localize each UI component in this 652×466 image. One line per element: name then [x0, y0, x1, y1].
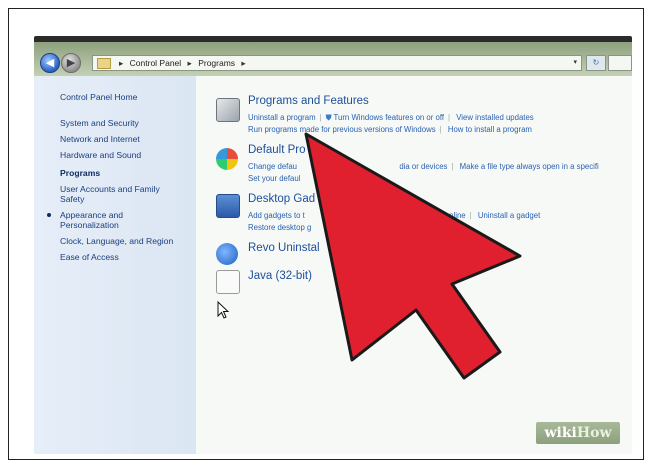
how-to-install-link[interactable]: How to install a program: [448, 125, 532, 134]
restore-gadgets-link[interactable]: Restore desktop g: [248, 223, 311, 232]
programs-features-icon: [216, 98, 240, 122]
programs-content: Programs and Features Uninstall a progra…: [196, 76, 632, 454]
sidebar-item-user-accounts[interactable]: User Accounts and Family: [60, 184, 160, 194]
back-button[interactable]: ◀: [40, 53, 60, 73]
java-title[interactable]: Java (32-bit): [248, 270, 312, 282]
java-icon: [216, 270, 240, 294]
default-programs-title[interactable]: Default Pro: [248, 144, 306, 156]
shield-icon: ⛊: [325, 113, 332, 122]
forward-button[interactable]: ▶: [61, 53, 81, 73]
uninstall-program-link[interactable]: Uninstall a program: [248, 113, 316, 122]
breadcrumb-programs[interactable]: Programs: [198, 58, 235, 68]
sidebar-item-user-accounts-line2[interactable]: Safety: [60, 194, 84, 204]
sidebar-item-appearance-line2[interactable]: Personalization: [60, 220, 119, 230]
chevron-right-icon: ▸: [119, 58, 124, 68]
autoplay-link[interactable]: dia or devices: [399, 162, 447, 171]
desktop-gadgets-title[interactable]: Desktop Gad: [248, 193, 315, 205]
revo-uninstaller-title[interactable]: Revo Uninstal: [248, 242, 320, 254]
uninstall-gadget-link[interactable]: Uninstall a gadget: [478, 211, 540, 220]
sidebar: Control Panel Home System and Security N…: [34, 76, 196, 454]
programs-features-links-row1: Uninstall a program | ⛊ Turn Windows featu…: [248, 113, 534, 122]
chevron-down-icon[interactable]: ▾: [573, 56, 577, 70]
desktop-gadgets-icon: [216, 194, 240, 218]
online-gadgets-link[interactable]: nline: [449, 211, 465, 220]
sidebar-item-programs[interactable]: Programs: [60, 168, 100, 178]
desktop-gadgets-links-row1: Add gadgets to t nline | Uninstall a gadg…: [248, 211, 541, 220]
sidebar-item-network[interactable]: Network and Internet: [60, 134, 140, 144]
wikihow-watermark: wikiHow: [536, 422, 620, 444]
active-bullet-icon: [47, 213, 51, 217]
sidebar-item-hardware[interactable]: Hardware and Sound: [60, 150, 141, 160]
revo-uninstaller-icon: [216, 243, 238, 265]
file-type-link[interactable]: Make a file type always open in a specif…: [460, 162, 599, 171]
search-input[interactable]: [608, 55, 632, 71]
default-programs-icon: [216, 148, 238, 170]
sidebar-item-control-panel-home[interactable]: Control Panel Home: [60, 92, 137, 102]
set-defaults-link[interactable]: Set your defaul: [248, 174, 300, 183]
view-updates-link[interactable]: View installed updates: [456, 113, 533, 122]
sidebar-item-clock[interactable]: Clock, Language, and Region: [60, 236, 173, 246]
desktop-gadgets-links-row2: Restore desktop g: [248, 223, 311, 232]
mouse-cursor-icon: [217, 301, 230, 319]
address-bar-area: ◀ ▶ ▸ Control Panel ▸ Programs ▸ ▾ ↻: [34, 36, 632, 76]
breadcrumb[interactable]: ▸ Control Panel ▸ Programs ▸ ▾: [92, 55, 582, 71]
compat-programs-link[interactable]: Run programs made for previous versions …: [248, 125, 436, 134]
default-programs-links-row2: Set your defaul: [248, 174, 300, 183]
change-default-link[interactable]: Change defau: [248, 162, 297, 171]
sidebar-item-appearance[interactable]: Appearance and: [60, 210, 123, 220]
programs-features-links-row2: Run programs made for previous versions …: [248, 125, 532, 134]
programs-and-features-title[interactable]: Programs and Features: [248, 95, 369, 107]
windows-features-link[interactable]: Turn Windows features on or off: [334, 113, 445, 122]
sidebar-item-system-security[interactable]: System and Security: [60, 118, 139, 128]
breadcrumb-control-panel[interactable]: Control Panel: [130, 58, 182, 68]
chevron-right-icon: ▸: [241, 58, 246, 68]
chevron-right-icon: ▸: [187, 58, 192, 68]
folder-icon: [97, 58, 111, 69]
default-programs-links-row1: Change defau dia or devices | Make a file…: [248, 162, 599, 171]
add-gadgets-link[interactable]: Add gadgets to t: [248, 211, 305, 220]
sidebar-item-ease-of-access[interactable]: Ease of Access: [60, 252, 119, 262]
refresh-button[interactable]: ↻: [586, 55, 606, 71]
control-panel-window: ◀ ▶ ▸ Control Panel ▸ Programs ▸ ▾ ↻ Con…: [34, 36, 632, 454]
